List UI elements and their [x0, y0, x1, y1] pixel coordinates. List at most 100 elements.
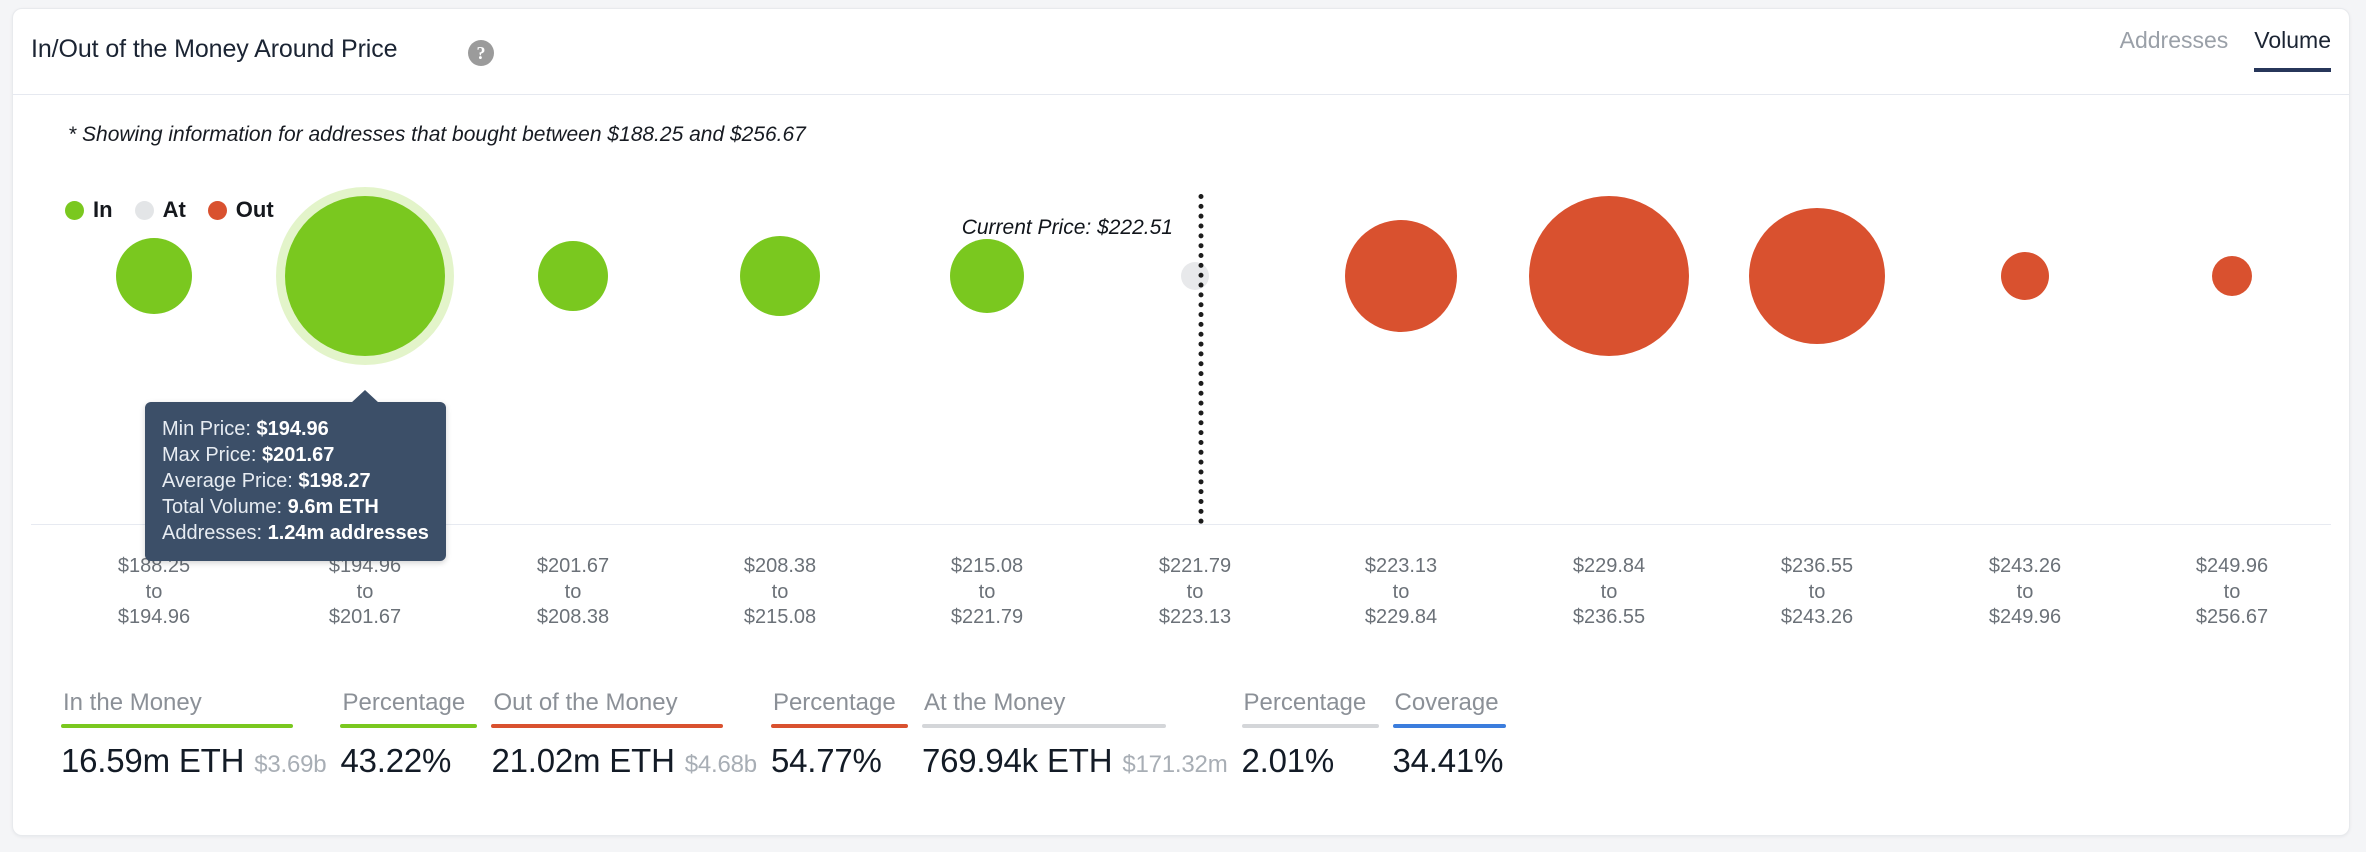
- stat-value-main: 43.22%: [340, 742, 452, 779]
- tab-addresses[interactable]: Addresses: [2120, 29, 2229, 72]
- legend-item-out[interactable]: Out: [207, 197, 274, 223]
- card-header: In/Out of the Money Around Price ? Addre…: [13, 9, 2349, 95]
- x-axis-label-to: to: [564, 580, 582, 603]
- x-axis-label-max: $208.38: [536, 606, 610, 629]
- x-axis-labels: $188.25 to $194.96 $194.96 to $201.67 $201.67 t…: [13, 554, 2349, 634]
- x-axis-label-to: to: [978, 580, 996, 603]
- in-out-money-card: In/Out of the Money Around Price ? Addre…: [12, 8, 2350, 836]
- x-axis-label-min: $208.38: [743, 555, 817, 577]
- current-price-line: [1198, 194, 1204, 524]
- stat-value: 769.94k ETH $171.32m: [922, 742, 1228, 780]
- stat-value: 16.59m ETH $3.69b: [61, 742, 327, 780]
- x-axis-label-min: $243.26: [1988, 555, 2062, 577]
- x-axis-label-to: to: [356, 580, 374, 603]
- summary-stats: In the Money 16.59m ETH $3.69b Percentage 43…: [61, 689, 1520, 780]
- stat-block-percentage: Percentage 2.01%: [1241, 689, 1379, 780]
- page-title: In/Out of the Money Around Price: [31, 35, 398, 63]
- x-axis-label-11: $249.96 to $256.67: [2196, 554, 2268, 631]
- stat-label: Out of the Money: [493, 689, 678, 716]
- bubble-in-5[interactable]: [950, 239, 1024, 313]
- view-tabs: Addresses Volume: [2120, 29, 2331, 72]
- stat-label: In the Money: [63, 689, 202, 716]
- bubble-out-7[interactable]: [1345, 220, 1457, 332]
- x-axis-label-max: $215.08: [743, 606, 817, 629]
- bubble-out-8[interactable]: [1529, 196, 1689, 356]
- tooltip-key-average-price: Average Price:: [162, 470, 293, 492]
- stat-value: 34.41%: [1393, 742, 1506, 780]
- stat-underline: [770, 724, 908, 728]
- stat-block-at-the-money: At the Money 769.94k ETH $171.32m: [921, 689, 1228, 780]
- x-axis-label-min: $223.13: [1364, 555, 1438, 577]
- x-axis-label-max: $243.26: [1780, 606, 1854, 629]
- tooltip-value-average-price: $198.27: [298, 470, 371, 492]
- tooltip-key-min-price: Min Price:: [162, 418, 251, 440]
- x-axis-label-max: $236.55: [1572, 606, 1646, 629]
- bubble-in-2[interactable]: [285, 196, 445, 356]
- tooltip-key-max-price: Max Price:: [162, 444, 257, 466]
- x-axis-label-to: to: [1808, 580, 1826, 603]
- tooltip-row-min-price: Min Price: $194.96: [162, 416, 429, 442]
- legend-label-out: Out: [235, 197, 274, 222]
- x-axis-label-to: to: [2016, 580, 2034, 603]
- bubble-in-1[interactable]: [116, 238, 192, 314]
- bubble-out-9[interactable]: [1749, 208, 1885, 344]
- stat-underline: [1392, 724, 1506, 728]
- bubble-out-11[interactable]: [2212, 256, 2252, 296]
- stat-value: 2.01%: [1242, 742, 1379, 780]
- tooltip-value-min-price: $194.96: [256, 418, 329, 440]
- x-axis-label-9: $236.55 to $243.26: [1781, 554, 1853, 631]
- stat-value-usd: $3.69b: [254, 751, 327, 778]
- chart-legend: In At Out: [65, 197, 296, 223]
- stat-underline: [1241, 724, 1379, 728]
- stat-block-percentage: Percentage 43.22%: [340, 689, 478, 780]
- x-axis-label-4: $208.38 to $215.08: [744, 554, 816, 631]
- stat-block-percentage: Percentage 54.77%: [770, 689, 908, 780]
- stat-label: Percentage: [1243, 689, 1367, 716]
- x-axis-label-3: $201.67 to $208.38: [537, 554, 609, 631]
- tooltip-key-addresses: Addresses:: [162, 522, 263, 544]
- legend-item-in[interactable]: In: [65, 197, 113, 223]
- stat-block-out-of-the-money: Out of the Money 21.02m ETH $4.68b: [491, 689, 757, 780]
- question-mark-circle-icon[interactable]: ?: [468, 40, 494, 66]
- x-axis-label-to: to: [771, 580, 789, 603]
- bubble-tooltip: Min Price: $194.96 Max Price: $201.67 Av…: [145, 390, 446, 561]
- x-axis-label-1: $188.25 to $194.96: [118, 554, 190, 631]
- current-price-label: Current Price: $222.51: [961, 216, 1173, 239]
- legend-item-at[interactable]: At: [134, 197, 186, 223]
- x-axis-label-min: $229.84: [1572, 555, 1646, 577]
- stat-label: Percentage: [772, 689, 896, 716]
- tooltip-row-max-price: Max Price: $201.67: [162, 442, 429, 468]
- stat-underline: [61, 724, 293, 728]
- tooltip-key-total-volume: Total Volume:: [162, 496, 283, 518]
- stat-value-main: 34.41%: [1392, 742, 1504, 779]
- x-axis-label-max: $256.67: [2195, 606, 2269, 629]
- stat-value-usd: $171.32m: [1122, 751, 1228, 778]
- bubble-chart: Current Price: $222.51 Min Price: $194.9…: [13, 187, 2349, 561]
- filter-note: * Showing information for addresses that…: [68, 123, 806, 146]
- tooltip-value-addresses: 1.24m addresses: [267, 522, 429, 544]
- x-axis-label-max: $229.84: [1364, 606, 1438, 629]
- tab-volume[interactable]: Volume: [2254, 29, 2331, 72]
- legend-dot-in-icon: [65, 200, 84, 220]
- x-axis-label-2: $194.96 to $201.67: [329, 554, 401, 631]
- x-axis-label-min: $249.96: [2195, 555, 2269, 577]
- stat-value-usd: $4.68b: [684, 751, 757, 778]
- stat-block-in-the-money: In the Money 16.59m ETH $3.69b: [61, 689, 327, 780]
- x-axis-label-max: $221.79: [950, 606, 1024, 629]
- stat-underline: [340, 724, 478, 728]
- x-axis-label-to: to: [1186, 580, 1204, 603]
- x-axis-label-min: $221.79: [1158, 555, 1232, 577]
- tooltip-value-total-volume: 9.6m ETH: [287, 496, 379, 518]
- bubble-at-6[interactable]: [1181, 262, 1209, 290]
- bubble-in-4[interactable]: [740, 236, 820, 316]
- stat-label: Coverage: [1394, 689, 1499, 716]
- bubble-in-3[interactable]: [538, 241, 608, 311]
- stat-value-main: 769.94k ETH: [921, 742, 1113, 779]
- stat-value: 43.22%: [340, 742, 477, 780]
- x-axis-label-max: $201.67: [328, 606, 402, 629]
- x-axis-label-5: $215.08 to $221.79: [951, 554, 1023, 631]
- legend-label-at: At: [162, 197, 186, 222]
- stat-label: Percentage: [342, 689, 466, 716]
- bubble-out-10[interactable]: [2001, 252, 2049, 300]
- stat-label: At the Money: [923, 689, 1066, 716]
